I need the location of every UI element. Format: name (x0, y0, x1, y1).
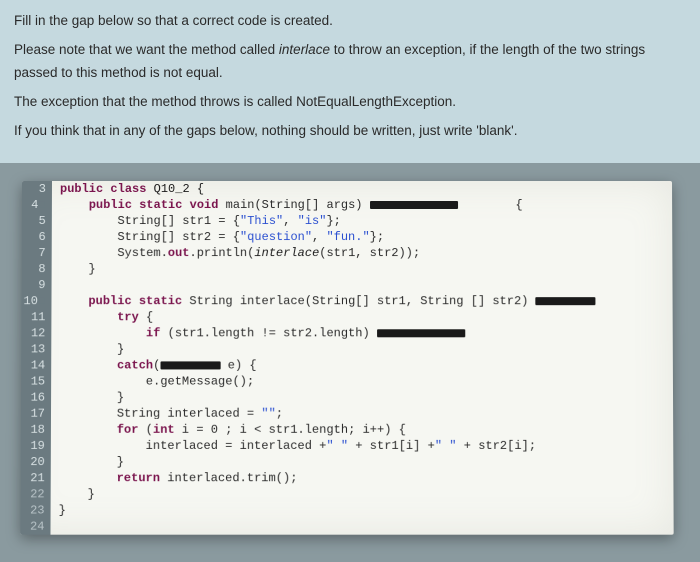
line-number: 13 (21, 341, 51, 357)
code-line: public static void main(String[] args) { (52, 197, 672, 213)
code-line: } (51, 502, 674, 518)
line-number: 18 (21, 421, 51, 437)
line-number: 22 (20, 486, 50, 502)
line-number: 7 (22, 245, 52, 261)
line-number: 17 (21, 405, 51, 421)
line-number: 19 (21, 438, 51, 454)
code-line: } (51, 389, 673, 405)
line-number: 15 (21, 373, 51, 389)
code-line: String[] str2 = {"question", "fun."}; (52, 229, 673, 245)
code-line: if (str1.length != str2.length) (51, 325, 672, 341)
line-number: 16 (21, 389, 51, 405)
code-line: public class Q10_2 { (52, 181, 672, 197)
instruction-line-2: Please note that we want the method call… (14, 39, 686, 85)
code-line: } (51, 454, 674, 470)
code-panel: 3 public class Q10_2 { 4⊟ public static … (20, 181, 673, 535)
code-line: return interlaced.trim(); (51, 470, 674, 486)
gap-blank (160, 361, 220, 369)
instructions-panel: Fill in the gap below so that a correct … (0, 0, 700, 163)
code-line: try { (51, 309, 672, 325)
line-number: 6 (22, 229, 52, 245)
code-line: System.out.println(interlace(str1, str2)… (52, 245, 673, 261)
gap-blank (536, 297, 596, 305)
gap-blank (370, 201, 458, 209)
line-number: 5 (22, 213, 52, 229)
line-number: 11 (21, 309, 51, 325)
code-line: String interlaced = ""; (51, 405, 673, 421)
line-number: 12 (21, 325, 51, 341)
fold-icon: ⊟ (38, 197, 46, 213)
gap-blank (377, 329, 465, 337)
code-line: for (int i = 0 ; i < str1.length; i++) { (51, 421, 673, 437)
fold-icon: ⊟ (38, 293, 46, 309)
code-line: interlaced = interlaced +" " + str1[i] +… (51, 438, 673, 454)
code-line: catch( e) { (51, 357, 673, 373)
line-number: 21 (21, 470, 51, 486)
line-number: 14 (21, 357, 51, 373)
code-line: } (51, 486, 674, 502)
line-number: 3 (22, 181, 52, 197)
code-photo-area: 3 public class Q10_2 { 4⊟ public static … (0, 163, 700, 560)
code-line: public static String interlace(String[] … (51, 293, 672, 309)
code-line: } (52, 261, 673, 277)
line-number: 8 (22, 261, 52, 277)
line-number: 23 (20, 502, 50, 518)
line-number: 4⊟ (22, 197, 52, 213)
line-number: 10⊟ (21, 293, 51, 309)
code-line (52, 277, 673, 293)
line-number: 20 (21, 454, 51, 470)
line-number: 9 (21, 277, 51, 293)
instruction-line-1: Fill in the gap below so that a correct … (14, 10, 686, 33)
code-line: } (51, 341, 673, 357)
code-line: e.getMessage(); (51, 373, 673, 389)
code-line: String[] str1 = {"This", "is"}; (52, 213, 672, 229)
instruction-line-4: If you think that in any of the gaps bel… (14, 120, 686, 143)
instruction-line-3: The exception that the method throws is … (14, 91, 686, 114)
